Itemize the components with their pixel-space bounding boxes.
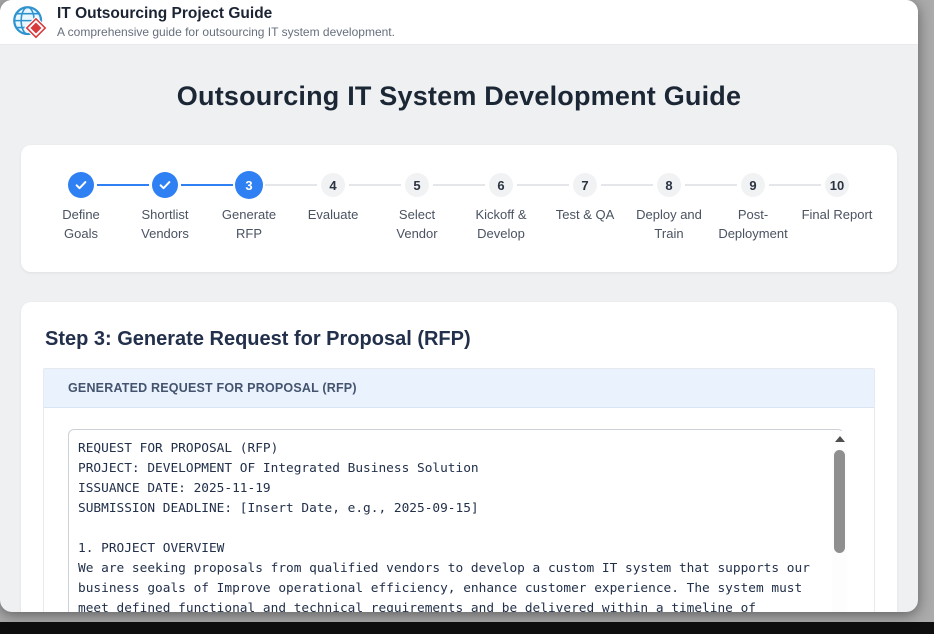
step-number[interactable]: 5	[405, 173, 429, 197]
step-number[interactable]: 8	[657, 173, 681, 197]
page-title: Outsourcing IT System Development Guide	[0, 81, 918, 112]
stepper-card: Define Goals Shortlist Vendors 3 Generate R…	[21, 145, 897, 272]
step-label: Deploy and Train	[633, 206, 705, 244]
step-label: Final Report	[802, 206, 873, 225]
app-subtitle: A comprehensive guide for outsourcing IT…	[57, 25, 395, 39]
stepper-step-4[interactable]: 4 Evaluate	[291, 171, 375, 244]
step-check-icon[interactable]	[68, 172, 94, 198]
stepper-steps: Define Goals Shortlist Vendors 3 Generate R…	[39, 171, 879, 244]
step-number[interactable]: 4	[321, 173, 345, 197]
step-label: Select Vendor	[381, 206, 453, 244]
step-label: Evaluate	[308, 206, 359, 225]
step-number[interactable]: 9	[741, 173, 765, 197]
scroll-up-arrow-icon[interactable]	[835, 436, 845, 442]
stepper-step-7[interactable]: 7 Test & QA	[543, 171, 627, 244]
step-number[interactable]: 7	[573, 173, 597, 197]
stepper-step-8[interactable]: 8 Deploy and Train	[627, 171, 711, 244]
step-label: Shortlist Vendors	[129, 206, 201, 244]
scrollbar-thumb[interactable]	[834, 450, 845, 553]
stepper-step-5[interactable]: 5 Select Vendor	[375, 171, 459, 244]
step-label: Generate RFP	[213, 206, 285, 244]
stepper-step-1[interactable]: Define Goals	[39, 171, 123, 244]
step-label: Post-Deployment	[717, 206, 789, 244]
step-label: Test & QA	[556, 206, 615, 225]
app-header: IT Outsourcing Project Guide A comprehen…	[0, 0, 918, 45]
step-number[interactable]: 10	[825, 173, 849, 197]
step-circle-row	[68, 171, 94, 199]
stepper-step-3[interactable]: 3 Generate RFP	[207, 171, 291, 244]
step-number[interactable]: 6	[489, 173, 513, 197]
step-number[interactable]: 3	[235, 171, 263, 199]
step-circle-row: 9	[741, 171, 765, 199]
step-circle-row	[152, 171, 178, 199]
step-content-card: Step 3: Generate Request for Proposal (R…	[21, 302, 897, 612]
desktop-background-strip	[0, 622, 934, 634]
stepper-step-9[interactable]: 9 Post-Deployment	[711, 171, 795, 244]
stepper-step-2[interactable]: Shortlist Vendors	[123, 171, 207, 244]
stepper-step-10[interactable]: 10 Final Report	[795, 171, 879, 244]
textarea-scrollbar[interactable]	[832, 431, 847, 612]
rfp-textarea[interactable]: REQUEST FOR PROPOSAL (RFP) PROJECT: DEVE…	[68, 429, 844, 612]
globe-diamond-logo-icon	[11, 4, 48, 41]
rfp-panel: GENERATED REQUEST FOR PROPOSAL (RFP) REQ…	[43, 368, 875, 612]
rfp-panel-body: REQUEST FOR PROPOSAL (RFP) PROJECT: DEVE…	[44, 408, 874, 612]
step-circle-row: 10	[825, 171, 849, 199]
step-circle-row: 5	[405, 171, 429, 199]
step-circle-row: 3	[235, 171, 263, 199]
step-circle-row: 7	[573, 171, 597, 199]
rfp-panel-title: GENERATED REQUEST FOR PROPOSAL (RFP)	[44, 369, 874, 408]
step-circle-row: 6	[489, 171, 513, 199]
step-label: Kickoff & Develop	[465, 206, 537, 244]
app-title: IT Outsourcing Project Guide	[57, 5, 395, 24]
step-label: Define Goals	[45, 206, 117, 244]
rfp-textarea-wrap: REQUEST FOR PROPOSAL (RFP) PROJECT: DEVE…	[68, 429, 850, 612]
step-circle-row: 8	[657, 171, 681, 199]
step-check-icon[interactable]	[152, 172, 178, 198]
stepper-step-6[interactable]: 6 Kickoff & Develop	[459, 171, 543, 244]
step-heading: Step 3: Generate Request for Proposal (R…	[45, 328, 875, 351]
step-circle-row: 4	[321, 171, 345, 199]
app-window: IT Outsourcing Project Guide A comprehen…	[0, 0, 918, 612]
